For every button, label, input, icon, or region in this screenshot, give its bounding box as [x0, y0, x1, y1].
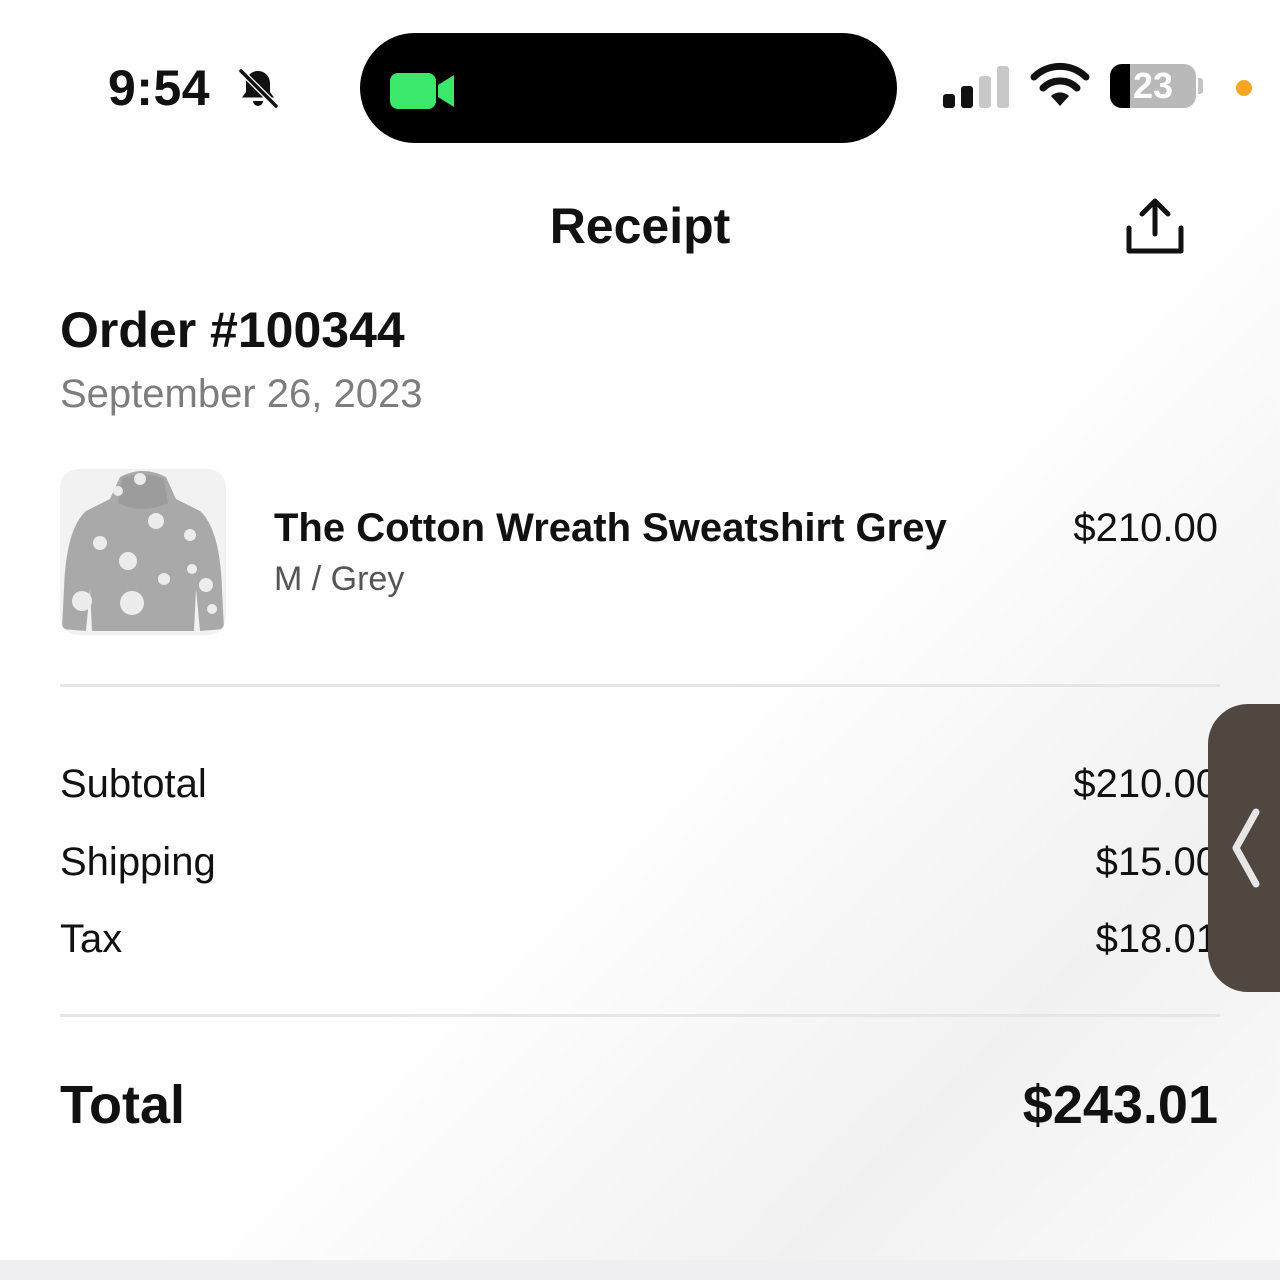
battery-icon: 23 [1110, 64, 1196, 108]
subtotal-label: Subtotal [60, 762, 207, 806]
dynamic-island[interactable] [360, 33, 897, 143]
product-thumbnail[interactable] [60, 469, 226, 635]
share-icon[interactable] [1124, 196, 1186, 256]
item-price: $210.00 [1073, 506, 1218, 550]
facetime-camera-icon [390, 73, 454, 109]
shipping-value: $15.00 [1095, 840, 1218, 884]
order-number: Order #100344 [60, 302, 405, 358]
battery-level-text: 23 [1132, 65, 1174, 106]
item-variant: M / Grey [274, 560, 405, 598]
item-name: The Cotton Wreath Sweatshirt Grey [274, 506, 947, 550]
privacy-indicator-dot [1236, 80, 1252, 96]
total-value: $243.01 [1022, 1075, 1218, 1135]
hoodie-thumbnail [60, 469, 226, 635]
bell-slash-icon [238, 68, 279, 109]
battery-cap [1198, 78, 1203, 94]
status-time: 9:54 [108, 60, 211, 116]
divider [60, 684, 1220, 687]
tax-value: $18.01 [1095, 917, 1218, 961]
bottom-bar [0, 1260, 1280, 1280]
wifi-icon [1030, 62, 1090, 106]
page-title: Receipt [549, 198, 731, 254]
subtotal-value: $210.00 [1073, 762, 1218, 806]
tax-label: Tax [60, 917, 123, 961]
chevron-left-icon [1232, 808, 1260, 888]
side-panel-handle[interactable] [1208, 704, 1280, 992]
divider [60, 1014, 1220, 1017]
total-label: Total [60, 1075, 185, 1135]
cellular-signal-icon [943, 66, 1009, 108]
shipping-label: Shipping [60, 840, 216, 884]
order-date: September 26, 2023 [60, 372, 423, 416]
